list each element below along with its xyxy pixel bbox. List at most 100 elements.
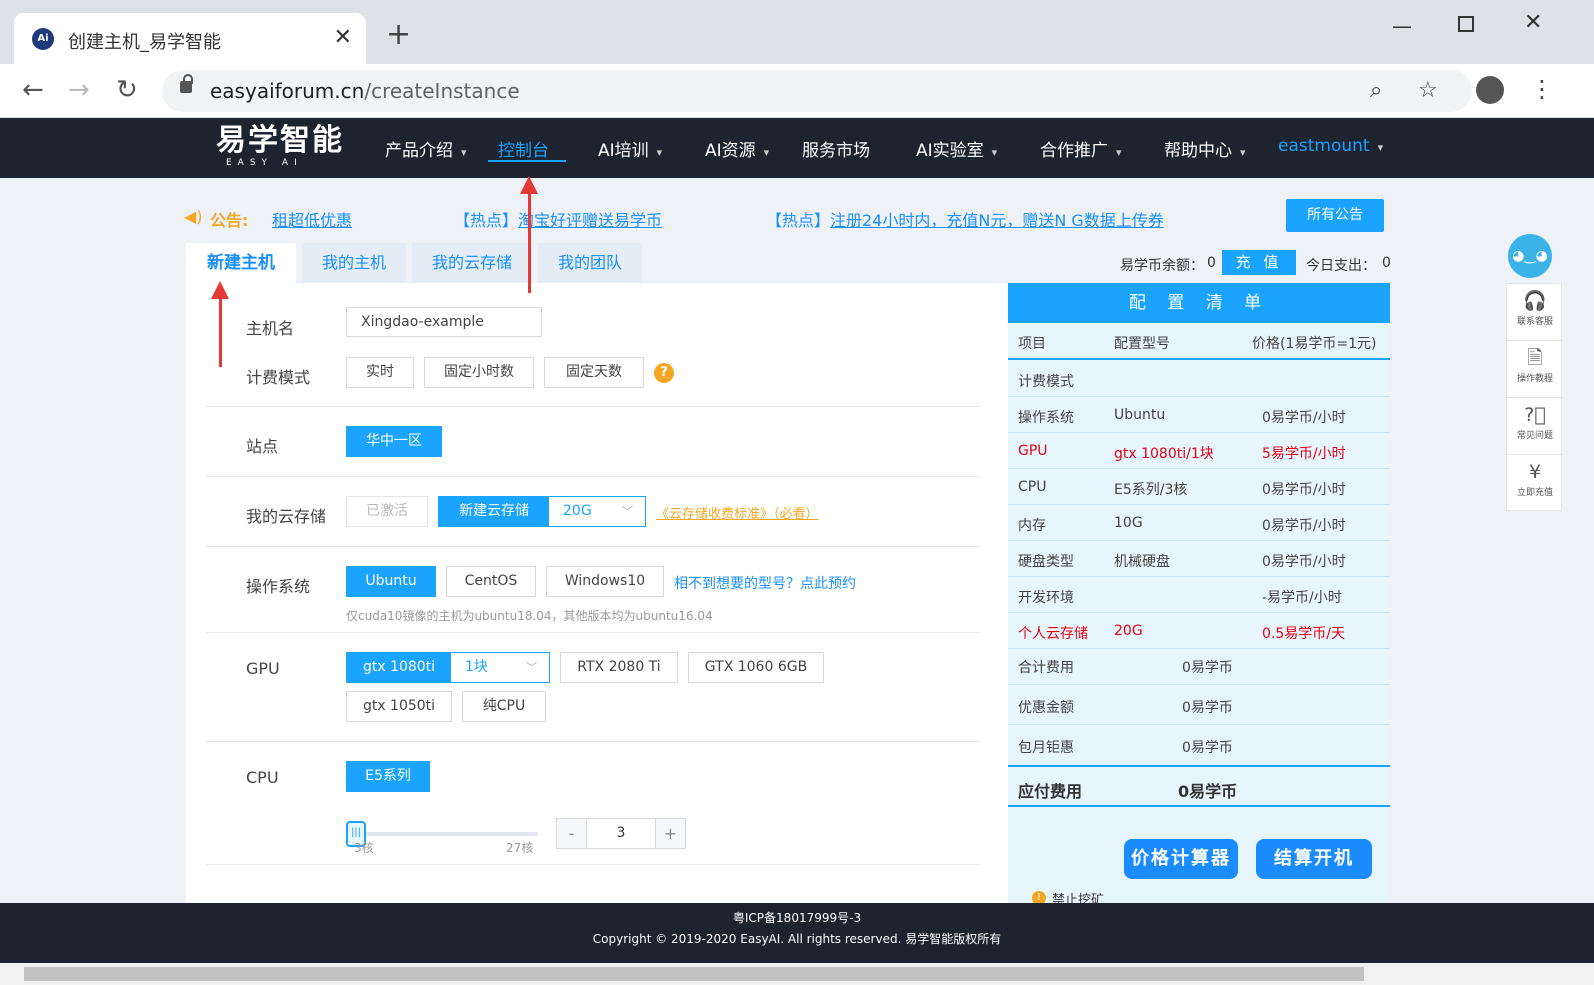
payable-row: 应付费用 0易学币: [1008, 765, 1390, 807]
menu-ai-training[interactable]: AI培训 ▾: [598, 136, 662, 161]
profile-avatar-icon[interactable]: [1476, 76, 1504, 104]
divider: [206, 476, 980, 477]
scrollbar-thumb[interactable]: [24, 967, 1364, 981]
tab-my-team[interactable]: 我的团队: [538, 243, 642, 283]
storage-size-select[interactable]: 20G ﹀: [548, 496, 646, 527]
recharge-button[interactable]: 充 值: [1222, 250, 1296, 275]
menu-console[interactable]: 控制台: [498, 136, 549, 161]
mascot-icon[interactable]: ◕‿◕: [1508, 234, 1552, 278]
announce-link-3[interactable]: 注册24小时内，充值N元，赠送N G数据上传券: [830, 207, 1164, 231]
balance-label: 易学币余额：: [1120, 258, 1204, 274]
menu-service-market[interactable]: 服务市场: [802, 136, 870, 161]
divider: [206, 632, 980, 633]
gpu-1060-button[interactable]: GTX 1060 6GB: [688, 652, 824, 683]
tutorial-button[interactable]: 🗎 操作教程: [1507, 341, 1563, 398]
tab-new-host[interactable]: 新建主机: [186, 243, 296, 283]
config-row: GPU gtx 1080ti/1块 5易学币/小时: [1008, 433, 1390, 469]
announce-link-2[interactable]: 淘宝好评赠送易学币: [518, 207, 662, 231]
url-field[interactable]: easyaiforum.cn/createInstance ⌕ ☆: [162, 70, 1472, 112]
config-price: 0易学币/小时: [1262, 554, 1346, 570]
help-icon[interactable]: ?: [654, 363, 674, 383]
bookmark-star-icon[interactable]: ☆: [1418, 78, 1438, 103]
config-row: 计费模式: [1008, 361, 1390, 397]
site-logo[interactable]: 易学智能 EASY AI: [216, 124, 344, 169]
config-price: 0易学币/小时: [1262, 410, 1346, 426]
cpu-slider-track[interactable]: [352, 832, 538, 836]
increment-button[interactable]: +: [655, 819, 685, 848]
config-model: Ubuntu: [1114, 407, 1166, 423]
menu-partner[interactable]: 合作推广 ▾: [1040, 136, 1122, 161]
menu-help[interactable]: 帮助中心 ▾: [1164, 136, 1246, 161]
menu-ai-resources[interactable]: AI资源 ▾: [705, 136, 769, 161]
config-price: -易学币/小时: [1262, 590, 1342, 606]
close-window-icon[interactable]: ✕: [1524, 10, 1542, 35]
gpu-2080ti-button[interactable]: RTX 2080 Ti: [560, 652, 678, 683]
config-item: 个人云存储: [1018, 626, 1088, 642]
chevron-down-icon: ▾: [656, 146, 663, 159]
annotation-arrow-icon: [520, 176, 538, 293]
price-calculator-button[interactable]: 价格计算器: [1124, 839, 1238, 879]
config-price: 0易学币/小时: [1262, 518, 1346, 534]
faq-button[interactable]: ?⃝ 常见问题: [1507, 398, 1563, 455]
gpu-1050ti-button[interactable]: gtx 1050ti: [346, 691, 452, 722]
chevron-down-icon: ▾: [1116, 146, 1122, 159]
config-model: E5系列/3核: [1114, 482, 1188, 498]
divider: [206, 546, 980, 547]
recharge-side-button[interactable]: ¥ 立即充值: [1507, 455, 1563, 512]
header-model: 配置型号: [1114, 336, 1170, 352]
os-windows-button[interactable]: Windows10: [546, 566, 664, 597]
money-bag-icon: ¥: [1528, 461, 1542, 483]
menu-products[interactable]: 产品介绍 ▾: [385, 136, 467, 161]
os-centos-button[interactable]: CentOS: [446, 566, 536, 597]
contact-support-button[interactable]: 🎧 联系客服: [1507, 284, 1563, 341]
cpu-min-label: 3核: [354, 841, 374, 855]
site-footer: 粤ICP备18017999号-3 Copyright © 2019-2020 E…: [0, 903, 1594, 963]
menu-ai-lab[interactable]: AI实验室 ▾: [916, 136, 997, 161]
gpu-count-value: 1块: [465, 659, 488, 675]
close-tab-icon[interactable]: ✕: [334, 25, 352, 50]
horizontal-scrollbar[interactable]: [0, 963, 1594, 985]
gpu-1080ti-button[interactable]: gtx 1080ti: [346, 652, 452, 683]
billing-realtime-button[interactable]: 实时: [346, 357, 414, 388]
total-cost-row: 合计费用 0易学币: [1008, 645, 1390, 685]
config-item: CPU: [1018, 479, 1047, 495]
storage-activated-button[interactable]: 已激活: [346, 496, 428, 527]
icp-number: 粤ICP备18017999号-3: [732, 911, 862, 925]
browser-tab[interactable]: Ai 创建主机_易学智能 ✕: [14, 13, 366, 64]
address-bar-row: ← → ↻ easyaiforum.cn/createInstance ⌕ ☆ …: [0, 64, 1594, 118]
billing-fixed-hours-button[interactable]: 固定小时数: [424, 357, 534, 388]
tab-my-storage[interactable]: 我的云存储: [412, 243, 532, 283]
headset-icon: 🎧: [1523, 290, 1547, 312]
gpu-cpu-only-button[interactable]: 纯CPU: [462, 691, 546, 722]
menu-user[interactable]: eastmount ▾: [1278, 136, 1383, 156]
annotation-arrow-icon: [211, 281, 229, 367]
minimize-icon[interactable]: —: [1392, 14, 1412, 38]
copyright: Copyright © 2019-2020 EasyAI. All rights…: [592, 932, 1002, 946]
billing-fixed-days-button[interactable]: 固定天数: [544, 357, 644, 388]
checkout-button[interactable]: 结算开机: [1256, 839, 1372, 879]
os-ubuntu-button[interactable]: Ubuntu: [346, 566, 436, 597]
host-name-input[interactable]: [346, 307, 542, 337]
new-tab-icon[interactable]: +: [386, 20, 411, 50]
storage-pricing-link[interactable]: 《云存储收费标准》（必看）: [656, 503, 819, 522]
back-icon[interactable]: ←: [22, 76, 44, 104]
decrement-button[interactable]: -: [557, 819, 587, 848]
gpu-count-select[interactable]: 1块 ﹀: [450, 652, 550, 683]
config-model: gtx 1080ti/1块: [1114, 446, 1214, 462]
side-toolbar: 🎧 联系客服 🗎 操作教程 ?⃝ 常见问题 ¥ 立即充值: [1506, 283, 1563, 512]
os-request-link[interactable]: 相不到想要的型号？点此预约: [674, 573, 856, 593]
new-storage-button[interactable]: 新建云存储: [438, 496, 550, 527]
announce-link-1[interactable]: 租超低优惠: [272, 207, 352, 231]
maximize-icon[interactable]: [1458, 16, 1474, 32]
all-announcements-button[interactable]: 所有公告: [1286, 199, 1384, 232]
zoom-icon[interactable]: ⌕: [1370, 78, 1382, 103]
tab-my-hosts[interactable]: 我的主机: [302, 243, 406, 283]
cpu-e5-button[interactable]: E5系列: [346, 761, 430, 792]
site-button[interactable]: 华中一区: [346, 426, 442, 457]
cpu-core-value[interactable]: 3: [587, 825, 655, 841]
reload-icon[interactable]: ↻: [116, 76, 138, 104]
browser-menu-icon[interactable]: ⋮: [1530, 74, 1554, 104]
config-row: 硬盘类型 机械硬盘 0易学币/小时: [1008, 541, 1390, 577]
forward-icon[interactable]: →: [68, 76, 90, 104]
browser-tab-bar: Ai 创建主机_易学智能 ✕ + — ✕: [0, 0, 1594, 64]
